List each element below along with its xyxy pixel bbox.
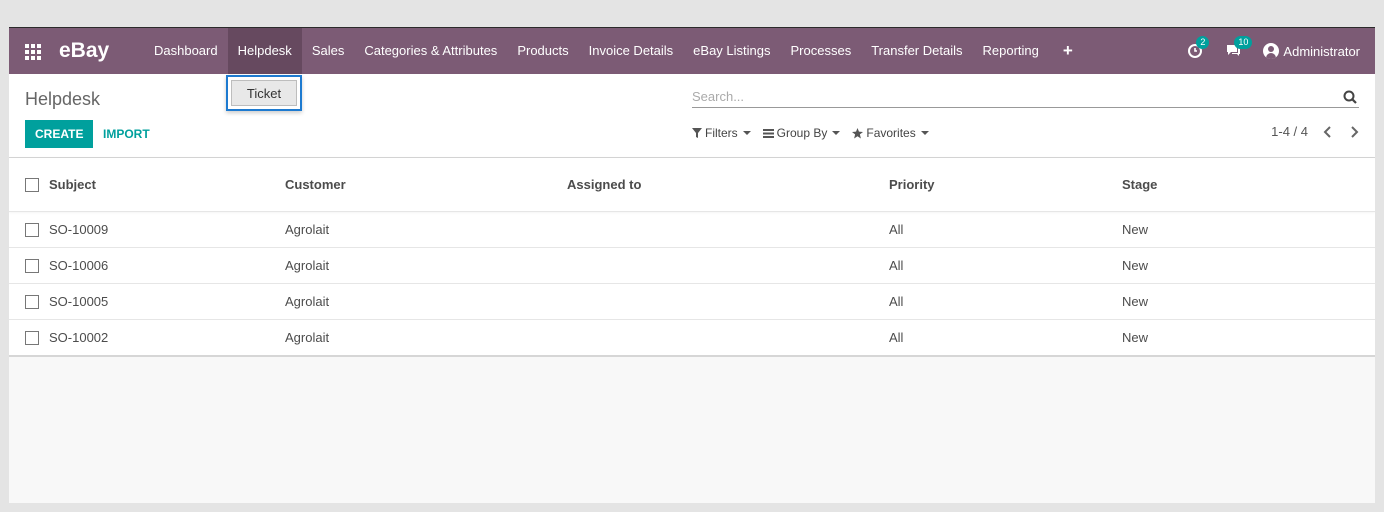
group-by-button[interactable]: Group By [762, 126, 841, 140]
messages-badge: 10 [1234, 36, 1253, 49]
favorites-label: Favorites [866, 126, 916, 140]
search-bar [692, 86, 1359, 108]
caret-down-icon [742, 131, 751, 135]
dropdown-item-ticket[interactable]: Ticket [231, 80, 297, 106]
list-icon [762, 128, 774, 138]
top-navbar: eBay Dashboard Helpdesk Sales Categories… [9, 28, 1375, 74]
column-header-priority[interactable]: Priority [889, 158, 935, 211]
row-checkbox[interactable] [25, 330, 39, 345]
pager-value[interactable]: 1-4 / 4 [1271, 124, 1308, 139]
cell-subject: SO-10009 [49, 222, 109, 237]
cell-priority: All [889, 330, 904, 345]
cell-priority: All [889, 258, 904, 273]
menu-item-invoice-details[interactable]: Invoice Details [579, 28, 684, 74]
messages-button[interactable]: 10 [1225, 36, 1253, 60]
column-header-subject[interactable]: Subject [49, 158, 96, 211]
cell-customer: Agrolait [285, 294, 330, 309]
select-all-checkbox[interactable] [25, 177, 39, 192]
cell-stage: New [1122, 258, 1149, 273]
breadcrumb: Helpdesk [25, 89, 101, 109]
table-row[interactable]: SO-10005 Agrolait All New [9, 283, 1375, 319]
search-input[interactable] [692, 86, 1332, 106]
group-by-label: Group By [776, 126, 828, 140]
column-header-customer[interactable]: Customer [285, 158, 346, 211]
caret-down-icon [920, 131, 929, 135]
menu-item-helpdesk[interactable]: Helpdesk [227, 28, 302, 74]
table-row[interactable]: SO-10006 Agrolait All New [9, 247, 1375, 283]
cell-stage: New [1122, 222, 1149, 237]
app-window: eBay Dashboard Helpdesk Sales Categories… [9, 27, 1375, 503]
cell-subject: SO-10006 [49, 258, 109, 273]
cell-customer: Agrolait [285, 330, 330, 345]
row-checkbox[interactable] [25, 294, 39, 309]
control-panel: Helpdesk CREATE IMPORT Filters Group By [9, 74, 1375, 158]
ticket-list: Subject Customer Assigned to Priority St… [9, 158, 1375, 357]
cell-priority: All [889, 222, 904, 237]
menu-item-dashboard[interactable]: Dashboard [144, 28, 228, 74]
cell-priority: All [889, 294, 904, 309]
cell-stage: New [1122, 330, 1149, 345]
activity-button[interactable]: 2 [1187, 36, 1210, 60]
cell-customer: Agrolait [285, 222, 330, 237]
table-header: Subject Customer Assigned to Priority St… [9, 158, 1375, 211]
row-checkbox[interactable] [25, 258, 39, 273]
create-button[interactable]: CREATE [25, 120, 94, 148]
column-header-assigned-to[interactable]: Assigned to [567, 158, 641, 211]
row-checkbox[interactable] [25, 222, 39, 237]
column-header-stage[interactable]: Stage [1122, 158, 1157, 211]
import-button[interactable]: IMPORT [103, 120, 150, 148]
star-icon [852, 127, 864, 139]
add-menu-button[interactable]: + [1049, 28, 1087, 74]
search-icon[interactable] [1343, 90, 1357, 104]
apps-menu-icon[interactable] [25, 44, 41, 60]
user-menu[interactable]: Administrator [1263, 43, 1360, 59]
pager: 1-4 / 4 [1271, 124, 1360, 139]
menu-item-categories-attributes[interactable]: Categories & Attributes [354, 28, 507, 74]
search-options: Filters Group By Favorites [692, 126, 929, 140]
menu-item-reporting[interactable]: Reporting [972, 28, 1048, 74]
app-brand[interactable]: eBay [59, 39, 109, 63]
user-name: Administrator [1283, 43, 1360, 59]
avatar [1263, 43, 1280, 59]
filters-button[interactable]: Filters [692, 126, 751, 140]
menu-item-ebay-listings[interactable]: eBay Listings [683, 28, 780, 74]
cell-stage: New [1122, 294, 1149, 309]
cell-subject: SO-10005 [49, 294, 109, 309]
cell-subject: SO-10002 [49, 330, 109, 345]
favorites-button[interactable]: Favorites [852, 126, 929, 140]
chevron-left-icon[interactable] [1322, 125, 1334, 139]
filter-icon [692, 128, 702, 138]
chevron-right-icon[interactable] [1348, 125, 1360, 139]
menu-item-products[interactable]: Products [507, 28, 578, 74]
menu-item-processes[interactable]: Processes [781, 28, 862, 74]
helpdesk-dropdown: Ticket [226, 75, 302, 111]
systray: 2 10 Administrator [1187, 28, 1360, 74]
menu-item-transfer-details[interactable]: Transfer Details [861, 28, 972, 74]
filters-label: Filters [705, 126, 738, 140]
caret-down-icon [832, 131, 841, 135]
main-menu: Dashboard Helpdesk Sales Categories & At… [144, 28, 1087, 74]
cell-customer: Agrolait [285, 258, 330, 273]
table-row[interactable]: SO-10009 Agrolait All New [9, 211, 1375, 247]
menu-item-sales[interactable]: Sales [302, 28, 355, 74]
table-row[interactable]: SO-10002 Agrolait All New [9, 319, 1375, 355]
activity-badge: 2 [1196, 36, 1210, 49]
